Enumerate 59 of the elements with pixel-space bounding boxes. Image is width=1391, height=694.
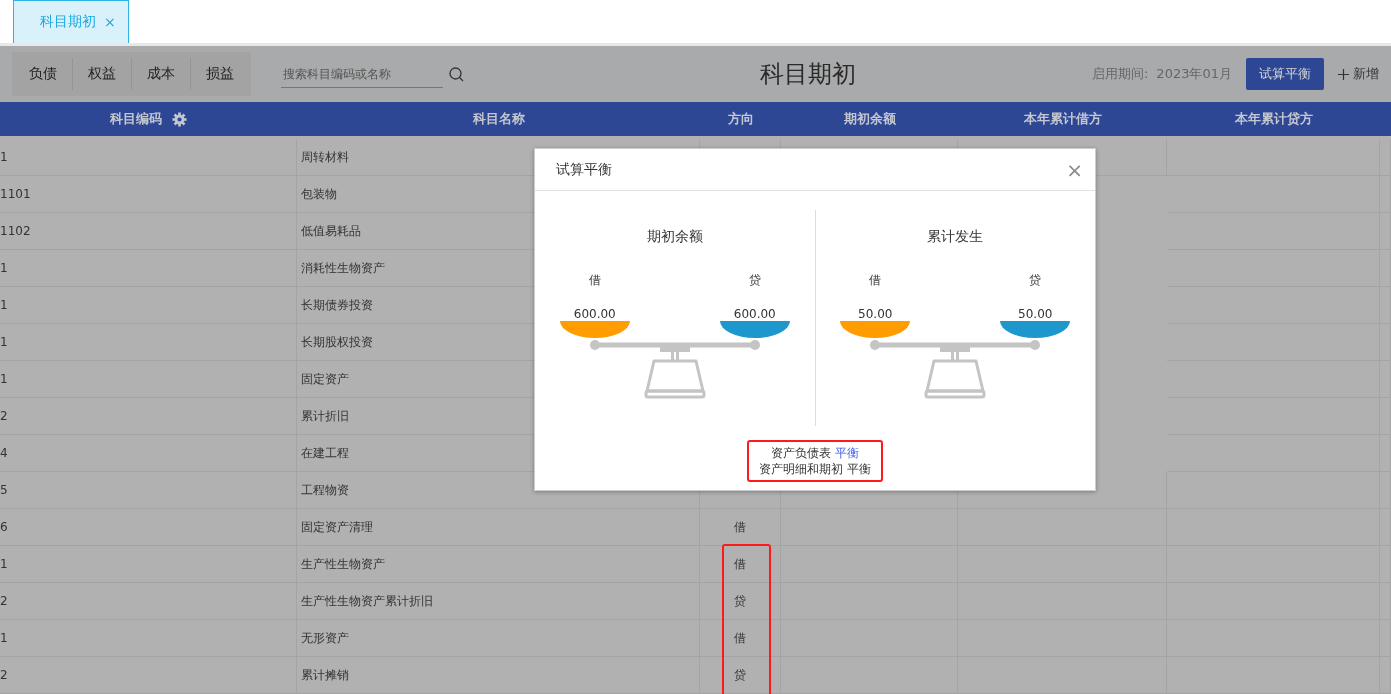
- debit-amount: 600.00: [573, 307, 616, 321]
- table-cell: 固定资产清理: [297, 509, 700, 546]
- table-cell: 无形资产: [297, 620, 700, 657]
- table-cell: 贷: [700, 657, 781, 694]
- add-button[interactable]: 新增: [1324, 65, 1379, 83]
- credit-amount: 600.00: [733, 307, 776, 321]
- table-cell: 2: [0, 398, 297, 435]
- column-header: 科目编码: [110, 110, 162, 128]
- category-tab[interactable]: 权益: [72, 58, 131, 90]
- table-cell: 1: [0, 250, 297, 287]
- column-header: 期初余额: [781, 102, 958, 136]
- credit-label: 贷: [1029, 272, 1042, 289]
- column-header: 方向: [700, 102, 781, 136]
- close-button[interactable]: ×: [1066, 157, 1083, 182]
- plus-icon: [1338, 68, 1349, 80]
- table-cell: 贷: [700, 583, 781, 620]
- table-cell: 1: [0, 287, 297, 324]
- table-cell: 5: [0, 472, 297, 509]
- credit-amount: 50.00: [1018, 307, 1053, 321]
- table-cell: 1101: [0, 176, 297, 213]
- debit-label: 借: [588, 272, 601, 289]
- debit-label: 借: [869, 272, 882, 289]
- table-cell: 1102: [0, 213, 297, 250]
- table-cell: 累计摊销: [297, 657, 700, 694]
- table-header-background: [1380, 102, 1391, 136]
- balance-status-text: 资产明细和期初 平衡: [759, 461, 871, 477]
- table-cell: 生产性生物资产累计折旧: [297, 583, 700, 620]
- category-tab[interactable]: 负债: [14, 58, 72, 90]
- category-tab[interactable]: 损益: [190, 58, 249, 90]
- table-cell: 生产性生物资产: [297, 546, 700, 583]
- table-cell: 4: [0, 435, 297, 472]
- table-cell: 2: [0, 657, 297, 694]
- table-cell: 1: [0, 620, 297, 657]
- category-tab[interactable]: 成本: [131, 58, 190, 90]
- table-cell: 1: [0, 324, 297, 361]
- table-cell: 2: [0, 583, 297, 620]
- table-cell: 1: [0, 139, 297, 176]
- period-value: 2023年01月: [1156, 65, 1232, 83]
- debit-amount: 50.00: [858, 307, 893, 321]
- settings-icon[interactable]: [172, 111, 187, 127]
- column-header: 科目名称: [297, 102, 700, 136]
- period-label: 启用期间:: [1091, 65, 1149, 83]
- panel-title: 期初余额: [646, 228, 703, 246]
- column-header: 本年累计借方: [958, 102, 1167, 136]
- table-cell: 借: [700, 620, 781, 657]
- table-cell: 6: [0, 509, 297, 546]
- search-icon[interactable]: [449, 66, 464, 82]
- table-cell: 借: [700, 546, 781, 583]
- dialog-title: 试算平衡: [556, 160, 612, 179]
- table-cell: 借: [700, 509, 781, 546]
- table-cell: 1: [0, 361, 297, 398]
- search-field[interactable]: 搜索科目编码或名称: [281, 60, 443, 88]
- table-cell: 1: [0, 546, 297, 583]
- page-title: 科目期初: [759, 59, 857, 90]
- panel-title: 累计发生: [927, 228, 984, 246]
- trial-balance-button[interactable]: 试算平衡: [1246, 58, 1324, 90]
- column-header: 本年累计贷方: [1167, 102, 1380, 136]
- credit-label: 贷: [748, 272, 761, 289]
- balance-status-text: 资产负债表 平衡: [771, 445, 859, 461]
